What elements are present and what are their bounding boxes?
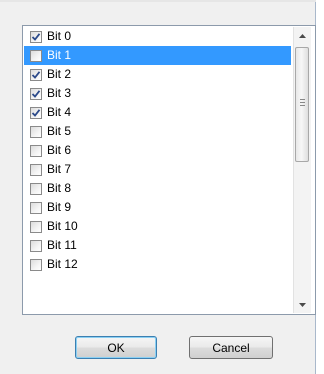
list-item-label: Bit 6: [47, 143, 72, 157]
list-item-label: Bit 11: [47, 238, 77, 252]
list-item[interactable]: Bit 4: [24, 103, 291, 122]
checkbox-list: Bit 0 Bit 1 Bit 2 Bit 3 Bit 4 Bit 5 Bit 6 Bit 7…: [24, 27, 291, 313]
list-item[interactable]: Bit 0: [24, 27, 291, 46]
check-mark-icon: [31, 89, 41, 98]
list-item-label: Bit 9: [47, 200, 72, 214]
cancel-button[interactable]: Cancel: [189, 336, 273, 359]
bit-selection-dialog: Bit 0 Bit 1 Bit 2 Bit 3 Bit 4 Bit 5 Bit 6 Bit 7…: [0, 0, 316, 374]
list-item[interactable]: Bit 7: [24, 160, 291, 179]
checkbox[interactable]: [30, 182, 42, 195]
scroll-down-arrow-icon: [299, 302, 306, 307]
checked-listbox[interactable]: Bit 0 Bit 1 Bit 2 Bit 3 Bit 4 Bit 5 Bit 6 Bit 7…: [22, 25, 316, 315]
checkbox[interactable]: [30, 106, 42, 119]
list-item[interactable]: Bit 12: [24, 255, 291, 274]
list-item[interactable]: Bit 8: [24, 179, 291, 198]
scroll-thumb[interactable]: [295, 47, 309, 162]
list-item[interactable]: Bit 10: [24, 217, 291, 236]
list-item-label: Bit 4: [47, 105, 72, 119]
list-item-label: Bit 0: [47, 29, 72, 43]
dialog-top-edge: [0, 0, 316, 2]
list-item-label: Bit 7: [47, 162, 72, 176]
ok-button[interactable]: OK: [75, 336, 157, 359]
scroll-up-button[interactable]: [294, 27, 311, 44]
list-item-label: Bit 2: [47, 67, 72, 81]
checkbox[interactable]: [30, 239, 42, 252]
list-item-label: Bit 10: [47, 219, 78, 233]
list-item[interactable]: Bit 6: [24, 141, 291, 160]
list-item-label: Bit 8: [47, 181, 72, 195]
checkbox[interactable]: [30, 201, 42, 214]
list-item-label: Bit 5: [47, 124, 72, 138]
scroll-grip-icon: [300, 99, 305, 110]
checkbox[interactable]: [30, 125, 42, 138]
list-item[interactable]: Bit 2: [24, 65, 291, 84]
check-mark-icon: [31, 32, 41, 41]
checkbox[interactable]: [30, 163, 42, 176]
list-item[interactable]: Bit 11: [24, 236, 291, 255]
list-item[interactable]: Bit 1: [24, 46, 291, 65]
checkbox[interactable]: [30, 49, 42, 62]
check-mark-icon: [31, 70, 41, 79]
list-item[interactable]: Bit 5: [24, 122, 291, 141]
checkbox[interactable]: [30, 30, 42, 43]
list-item-label: Bit 12: [47, 257, 78, 271]
vertical-scrollbar[interactable]: [293, 27, 311, 313]
scroll-down-button[interactable]: [294, 296, 311, 313]
list-item-label: Bit 1: [47, 48, 72, 62]
checkbox[interactable]: [30, 68, 42, 81]
checkbox[interactable]: [30, 220, 42, 233]
checkbox[interactable]: [30, 258, 42, 271]
check-mark-icon: [31, 108, 41, 117]
checkbox[interactable]: [30, 144, 42, 157]
scroll-up-arrow-icon: [299, 33, 306, 38]
list-item[interactable]: Bit 3: [24, 84, 291, 103]
checkbox[interactable]: [30, 87, 42, 100]
list-item[interactable]: Bit 9: [24, 198, 291, 217]
list-item-label: Bit 3: [47, 86, 72, 100]
